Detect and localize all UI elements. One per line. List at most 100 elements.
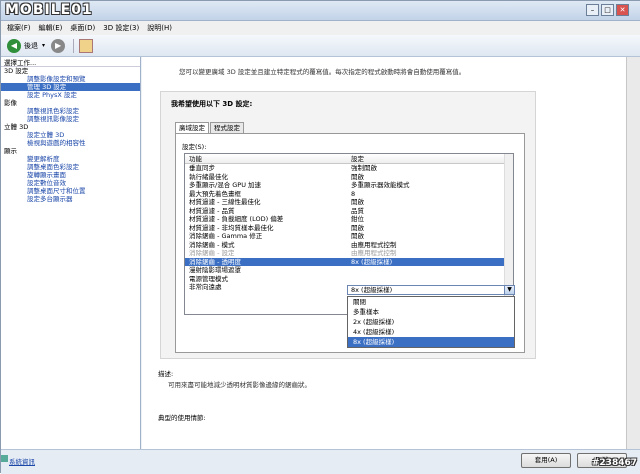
sidebar-item-9[interactable]: 檢視與遊戲的相容性 (1, 139, 140, 147)
toolbar: ◀ 後退 ▾ ▶ (1, 35, 640, 57)
menu-help[interactable]: 說明(H) (147, 23, 172, 33)
menu-file[interactable]: 檔案(F) (7, 23, 31, 33)
table-row[interactable]: 最大預先着色畫框 8 (185, 190, 513, 199)
table-row[interactable]: 電源管理模式 (185, 275, 513, 284)
usage-label: 典型的使用情節: (158, 414, 206, 422)
menu-bar: 檔案(F) 編輯(E) 桌面(D) 3D 設定(3) 說明(H) (1, 21, 640, 35)
row-value: 開啟 (351, 232, 364, 240)
info-icon (1, 455, 8, 462)
sidebar-item-11[interactable]: 變更解析度 (1, 155, 140, 163)
row-feature: 最大預先着色畫框 (189, 189, 241, 198)
sidebar-item-10[interactable]: 顯示 (1, 147, 140, 155)
row-feature: 多重顯示/混合 GPU 加速 (189, 181, 262, 189)
row-feature: 消除鋸齒 - 設定 (189, 249, 235, 257)
sidebar-item-14[interactable]: 設定數位音效 (1, 179, 140, 187)
intro-text: 您可以變更廣域 3D 設定並且建立特定程式的覆寫值。每次指定的程式啟動時將會自動… (179, 68, 466, 76)
dropdown-option[interactable]: 2x (超級採樣) (348, 317, 514, 327)
sidebar-item-16[interactable]: 設定多台顯示器 (1, 195, 140, 203)
close-icon[interactable]: ✕ (616, 4, 629, 16)
row-value: 由應用程式控制 (351, 249, 397, 257)
row-value: 由應用程式控制 (351, 240, 397, 249)
row-value: 8x (超級採樣) (351, 257, 393, 266)
row-feature: 材質過濾 - 非均質樣本最佳化 (189, 223, 274, 232)
table-row[interactable]: 材質過濾 - 負載細度 (LOD) 偏差 鉗位 (185, 215, 513, 224)
main-scrollbar[interactable] (626, 57, 640, 449)
row-feature: 非常向遠處 (189, 283, 222, 291)
row-feature: 消除鋸齒 - 模式 (189, 240, 235, 249)
row-value: 鉗位 (351, 215, 364, 223)
dropdown-option[interactable]: 8x (超級採樣) (348, 337, 514, 347)
dropdown-option[interactable]: 4x (超級採樣) (348, 327, 514, 337)
table-row[interactable]: 材質過濾 - 非均質樣本最佳化 開啟 (185, 224, 513, 233)
sidebar-item-1[interactable]: 調整影像設定和預覽 (1, 75, 140, 83)
sidebar-title: 選擇工作... (1, 57, 140, 67)
row-value (347, 275, 497, 284)
transparency-dropdown[interactable]: 8x (超級採樣) ▼ (347, 285, 515, 295)
dropdown-option[interactable]: 關閉 (348, 297, 514, 307)
toolbar-divider (73, 38, 75, 53)
maximize-icon[interactable]: □ (601, 4, 614, 16)
header-feature[interactable]: 功能 (185, 154, 347, 163)
back-dropdown-icon[interactable]: ▾ (42, 42, 45, 49)
sidebar-item-7[interactable]: 立體 3D (1, 123, 140, 131)
back-arrow-icon[interactable]: ◀ (7, 38, 21, 53)
tab-global-settings[interactable]: 廣域設定 (175, 122, 209, 133)
row-feature: 垂直同步 (189, 164, 215, 172)
dropdown-option[interactable]: 多重樣本 (348, 307, 514, 317)
table-row[interactable]: 消除鋸齒 - 設定 由應用程式控制 (185, 249, 513, 258)
row-value: 品質 (351, 206, 364, 215)
description-text: 可用來盡可能地減少透明材質影像邊緣的鋸齒狀。 (168, 381, 311, 389)
row-value: 多重顯示器效能模式 (351, 181, 410, 189)
task-sidebar: 選擇工作... 3D 設定 調整影像設定和預覽 管理 3D 設定 設定 PhysX 設… (1, 57, 141, 449)
tab-program-settings[interactable]: 程式設定 (210, 122, 244, 133)
description-label: 描述: (158, 370, 174, 378)
table-row[interactable]: 垂直同步 強制開啟 (185, 164, 513, 173)
sidebar-item-5[interactable]: 調整視訊色彩設定 (1, 107, 140, 115)
sidebar-item-6[interactable]: 調整視訊影像設定 (1, 115, 140, 123)
table-row[interactable]: 漫射陰影環場遮罩 (185, 266, 513, 275)
back-label[interactable]: 後退 (24, 41, 38, 51)
settings-label: 設定(S): (182, 143, 207, 151)
row-feature: 執行緒最佳化 (189, 172, 228, 181)
system-info-link[interactable]: 系統資訊 (9, 456, 35, 466)
tab-strip: 廣域設定 程式設定 (175, 122, 245, 133)
row-feature: 消除鋸齒 - Gamma 修正 (189, 232, 263, 240)
sidebar-item-4[interactable]: 影像 (1, 99, 140, 107)
sidebar-item-3[interactable]: 設定 PhysX 設定 (1, 91, 140, 99)
sidebar-item-15[interactable]: 調整桌面尺寸和位置 (1, 187, 140, 195)
table-row[interactable]: 執行緒最佳化 開啟 (185, 173, 513, 182)
row-feature: 材質過濾 - 品質 (189, 206, 235, 215)
sidebar-item-13[interactable]: 旋轉顯示畫面 (1, 171, 140, 179)
menu-3d-settings[interactable]: 3D 設定(3) (103, 23, 139, 33)
minimize-icon[interactable]: – (586, 4, 599, 16)
dropdown-list: 關閉 多重樣本 2x (超級採樣) 4x (超級採樣) 8x (超級採樣) (347, 296, 515, 348)
row-value: 8 (351, 189, 356, 198)
forward-arrow-icon[interactable]: ▶ (51, 38, 66, 53)
row-value: 強制開啟 (351, 164, 377, 172)
table-row[interactable]: 材質過濾 - 品質 品質 (185, 207, 513, 216)
sidebar-item-2[interactable]: 管理 3D 設定 (1, 83, 140, 91)
table-row[interactable]: 消除鋸齒 - 透明度 8x (超級採樣) (185, 257, 513, 266)
panel-title: 我希望使用以下 3D 設定: (171, 100, 253, 108)
table-row[interactable]: 多重顯示/混合 GPU 加速 多重顯示器效能模式 (185, 181, 513, 190)
home-icon[interactable] (79, 38, 94, 53)
apply-button[interactable]: 套用(A) (521, 453, 571, 468)
sidebar-item-8[interactable]: 設定立體 3D (1, 131, 140, 139)
task-tree: 3D 設定 調整影像設定和預覽 管理 3D 設定 設定 PhysX 設定 影像 調整視訊色… (1, 67, 140, 203)
row-feature: 消除鋸齒 - 透明度 (189, 257, 241, 266)
menu-edit[interactable]: 編輯(E) (39, 23, 63, 33)
status-bar: 系統資訊 套用(A) 取消 #238467 (1, 449, 640, 474)
title-bar: MOBILE01 – □ ✕ (1, 1, 640, 21)
nvidia-control-panel-window: MOBILE01 – □ ✕ 檔案(F) 編輯(E) 桌面(D) 3D 設定(3… (0, 0, 640, 474)
sidebar-item-12[interactable]: 調整桌面色彩設定 (1, 163, 140, 171)
table-row[interactable]: 材質過濾 - 三線性最佳化 開啟 (185, 198, 513, 207)
menu-desktop[interactable]: 桌面(D) (70, 23, 95, 33)
sidebar-item-0[interactable]: 3D 設定 (1, 67, 140, 75)
watermark-id: #238467 (591, 458, 637, 468)
header-setting[interactable]: 設定 (347, 154, 497, 163)
chevron-down-icon[interactable]: ▼ (504, 286, 514, 294)
row-value: 開啟 (351, 223, 364, 232)
table-row[interactable]: 消除鋸齒 - 模式 由應用程式控制 (185, 241, 513, 250)
main-content: 您可以變更廣域 3D 設定並且建立特定程式的覆寫值。每次指定的程式啟動時將會自動… (142, 57, 626, 449)
table-row[interactable]: 消除鋸齒 - Gamma 修正 開啟 (185, 232, 513, 241)
